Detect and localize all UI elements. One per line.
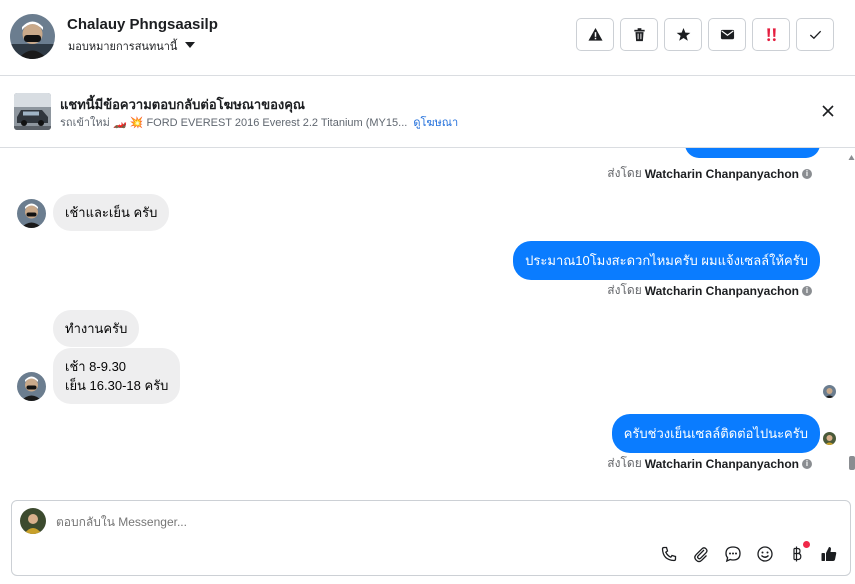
emoji-button[interactable] — [756, 545, 774, 563]
report-button[interactable] — [576, 18, 614, 51]
exclamation-icon — [766, 28, 776, 42]
message-bubble-incoming[interactable]: เช้าและเย็น ครับ — [53, 194, 170, 231]
like-button[interactable] — [820, 545, 838, 563]
assign-conversation-dropdown[interactable]: มอบหมายการสนทนานี้ — [68, 37, 196, 55]
message-line: เช้า 8-9.30 — [65, 359, 127, 374]
scrollbar-thumb[interactable] — [849, 456, 855, 470]
spam-button[interactable] — [752, 18, 790, 51]
ad-banner-subtitle: รถเข้าใหม่ 🏎️ 💥 FORD EVEREST 2016 Everes… — [60, 113, 458, 131]
contact-avatar-small[interactable] — [17, 372, 46, 401]
reply-input[interactable] — [56, 515, 456, 529]
envelope-icon — [720, 29, 734, 40]
phone-button[interactable] — [660, 545, 678, 563]
scrollbar-track[interactable] — [848, 148, 855, 496]
star-button[interactable] — [664, 18, 702, 51]
message-bubble-outgoing[interactable]: ประมาณ10โมงสะดวกไหมครับ ผมแจ้งเซลล์ให้คร… — [513, 241, 820, 280]
attach-button[interactable] — [692, 545, 710, 563]
message-line: เย็น 16.30-18 ครับ — [65, 378, 169, 393]
view-ad-link[interactable]: ดูโฆษณา — [413, 117, 458, 129]
mark-unread-button[interactable] — [708, 18, 746, 51]
agent-name: Watcharin Chanpanyachon — [644, 456, 799, 471]
delete-button[interactable] — [620, 18, 658, 51]
message-bubble-outgoing-cutoff[interactable] — [685, 148, 820, 158]
thumbs-up-icon — [821, 547, 837, 561]
baht-icon — [793, 546, 802, 562]
info-icon[interactable]: i — [802, 285, 812, 296]
contact-name[interactable]: Chalauy Phngsaasilp — [67, 16, 218, 33]
agent-name: Watcharin Chanpanyachon — [644, 283, 799, 298]
paperclip-icon — [694, 547, 708, 563]
composer-toolbar — [660, 541, 838, 563]
sent-by-label: ส่งโดย Watcharin Chanpanyachon i — [607, 281, 812, 300]
warning-icon — [587, 27, 603, 41]
scroll-up-arrow-icon[interactable] — [848, 150, 855, 160]
header-actions — [576, 18, 834, 51]
info-icon[interactable]: i — [802, 168, 812, 179]
page-avatar — [20, 508, 46, 534]
sent-by-label: ส่งโดย Watcharin Chanpanyachon i — [607, 454, 812, 473]
message-bubble-incoming-multiline[interactable]: เช้า 8-9.30 เย็น 16.30-18 ครับ — [53, 348, 181, 404]
notification-dot — [803, 541, 810, 548]
ad-description: รถเข้าใหม่ 🏎️ 💥 FORD EVEREST 2016 Everes… — [60, 117, 408, 129]
done-button[interactable] — [796, 18, 834, 51]
close-banner-button[interactable] — [819, 102, 837, 120]
message-bubble-outgoing[interactable]: ครับช่วงเย็นเซลล์ติดต่อไปนะครับ — [611, 414, 820, 453]
phone-icon — [661, 546, 677, 562]
emoji-icon — [757, 546, 773, 562]
ad-thumbnail[interactable] — [14, 93, 51, 130]
sent-by-label: ส่งโดย Watcharin Chanpanyachon i — [607, 164, 812, 183]
check-icon — [809, 30, 821, 40]
agent-name: Watcharin Chanpanyachon — [644, 166, 799, 181]
seen-indicator-avatar — [823, 432, 836, 445]
contact-avatar-small[interactable] — [17, 199, 46, 228]
info-icon[interactable]: i — [802, 458, 812, 469]
message-bubble-incoming[interactable]: ทำงานครับ — [53, 310, 140, 347]
trash-icon — [633, 28, 645, 42]
ad-banner-title: แชทนี้มีข้อความตอบกลับต่อโฆษณาของคุณ — [60, 97, 305, 112]
contact-avatar[interactable] — [10, 14, 55, 59]
ad-reply-banner: แชทนี้มีข้อความตอบกลับต่อโฆษณาของคุณ รถเ… — [0, 76, 855, 148]
payment-button[interactable] — [788, 541, 810, 563]
chat-bubble-icon — [725, 546, 741, 563]
caret-down-icon — [185, 42, 196, 48]
conversation-header: Chalauy Phngsaasilp มอบหมายการสนทนานี้ — [0, 0, 855, 76]
message-thread: ส่งโดย Watcharin Chanpanyachon i เช้าและ… — [0, 148, 848, 496]
message-composer — [11, 500, 851, 576]
star-icon — [676, 27, 690, 41]
saved-replies-button[interactable] — [724, 545, 742, 563]
seen-indicator-avatar — [823, 385, 836, 398]
assign-label: มอบหมายการสนทนานี้ — [68, 41, 178, 53]
close-icon — [822, 105, 834, 117]
